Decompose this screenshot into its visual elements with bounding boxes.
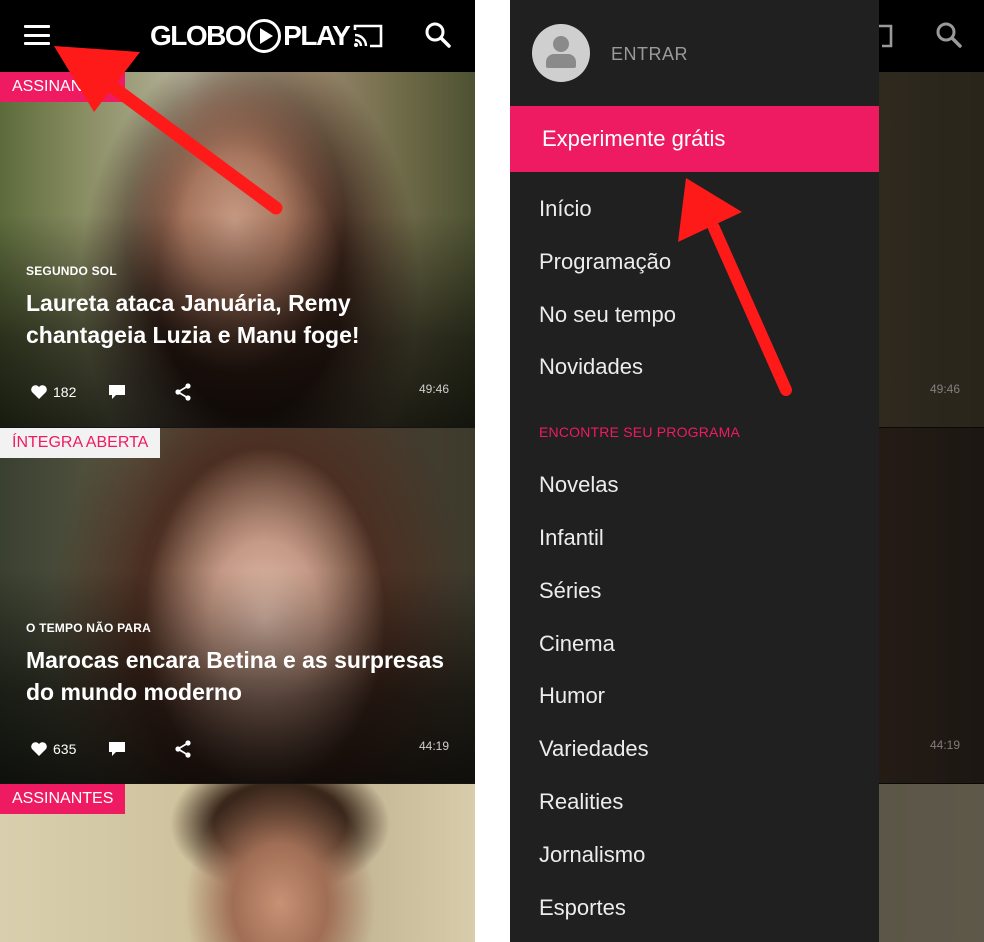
user-avatar-icon[interactable]: [532, 24, 590, 82]
login-link[interactable]: ENTRAR: [611, 44, 688, 65]
comment-button[interactable]: [108, 384, 126, 401]
video-card[interactable]: ASSINANTES: [0, 784, 475, 942]
share-button[interactable]: [174, 383, 192, 401]
subscriber-badge: ASSINANTES: [0, 72, 126, 102]
like-button[interactable]: 635: [30, 741, 76, 757]
category-humor[interactable]: Humor: [539, 683, 605, 709]
video-duration: 49:46: [929, 382, 960, 396]
nav-item-inicio[interactable]: Início: [539, 196, 592, 222]
like-button[interactable]: 182: [30, 384, 76, 400]
drawer-header: ENTRAR: [510, 0, 879, 106]
menu-icon[interactable]: [22, 22, 52, 48]
comment-icon: [109, 741, 126, 756]
share-button[interactable]: [174, 740, 192, 758]
nav-item-programacao[interactable]: Programação: [539, 249, 671, 275]
heart-icon: [31, 742, 47, 756]
category-series[interactable]: Séries: [539, 578, 601, 604]
search-icon: [936, 22, 962, 48]
like-count: 635: [53, 741, 77, 757]
logo-part2: PLAY: [283, 20, 351, 51]
program-name: O TEMPO NÃO PARA: [26, 621, 151, 635]
card-actions: 182: [30, 383, 192, 401]
play-circle-icon: [247, 19, 282, 53]
video-title[interactable]: Marocas encara Betina e as surpresas do …: [26, 644, 446, 708]
nav-item-no-seu-tempo[interactable]: No seu tempo: [539, 302, 676, 328]
share-icon: [175, 383, 191, 401]
navigation-drawer: ENTRAR Experimente grátis Início Program…: [510, 0, 879, 942]
comment-icon: [109, 384, 126, 399]
video-duration: 44:19: [418, 739, 449, 753]
free-trial-button[interactable]: Experimente grátis: [510, 106, 879, 172]
category-infantil[interactable]: Infantil: [539, 525, 604, 551]
video-title[interactable]: Laureta ataca Januária, Remy chantageia …: [26, 287, 446, 351]
section-heading: ENCONTRE SEU PROGRAMA: [539, 424, 740, 440]
top-bar: GLOBO PLAY: [0, 0, 475, 72]
open-episode-badge: ÍNTEGRA ABERTA: [0, 428, 161, 458]
video-card[interactable]: ÍNTEGRA ABERTA O TEMPO NÃO PARA Marocas …: [0, 428, 475, 783]
category-jornalismo[interactable]: Jornalismo: [539, 842, 645, 868]
logo-part1: GLOBO: [150, 20, 247, 51]
menu-screen: 49:46 44:19 ENTRAR Experimente grátis In…: [510, 0, 984, 942]
program-name: SEGUNDO SOL: [26, 264, 117, 278]
category-variedades[interactable]: Variedades: [539, 736, 649, 762]
category-cinema[interactable]: Cinema: [539, 631, 615, 657]
home-screen: GLOBO PLAY ASSINANTES SEGUNDO SOL Lauret…: [0, 0, 475, 942]
cast-icon[interactable]: [352, 22, 384, 50]
comment-button[interactable]: [108, 741, 126, 758]
video-duration: 44:19: [929, 738, 960, 752]
share-icon: [175, 740, 191, 758]
video-duration: 49:46: [418, 382, 449, 396]
category-esportes[interactable]: Esportes: [539, 895, 626, 921]
subscriber-badge: ASSINANTES: [0, 784, 126, 814]
heart-icon: [31, 385, 47, 399]
like-count: 182: [53, 384, 77, 400]
category-realities[interactable]: Realities: [539, 789, 623, 815]
category-novelas[interactable]: Novelas: [539, 472, 618, 498]
video-card[interactable]: ASSINANTES SEGUNDO SOL Laureta ataca Jan…: [0, 72, 475, 427]
nav-item-novidades[interactable]: Novidades: [539, 354, 643, 380]
search-icon[interactable]: [423, 20, 453, 50]
globoplay-logo: GLOBO PLAY: [150, 16, 351, 56]
card-actions: 635: [30, 740, 192, 758]
